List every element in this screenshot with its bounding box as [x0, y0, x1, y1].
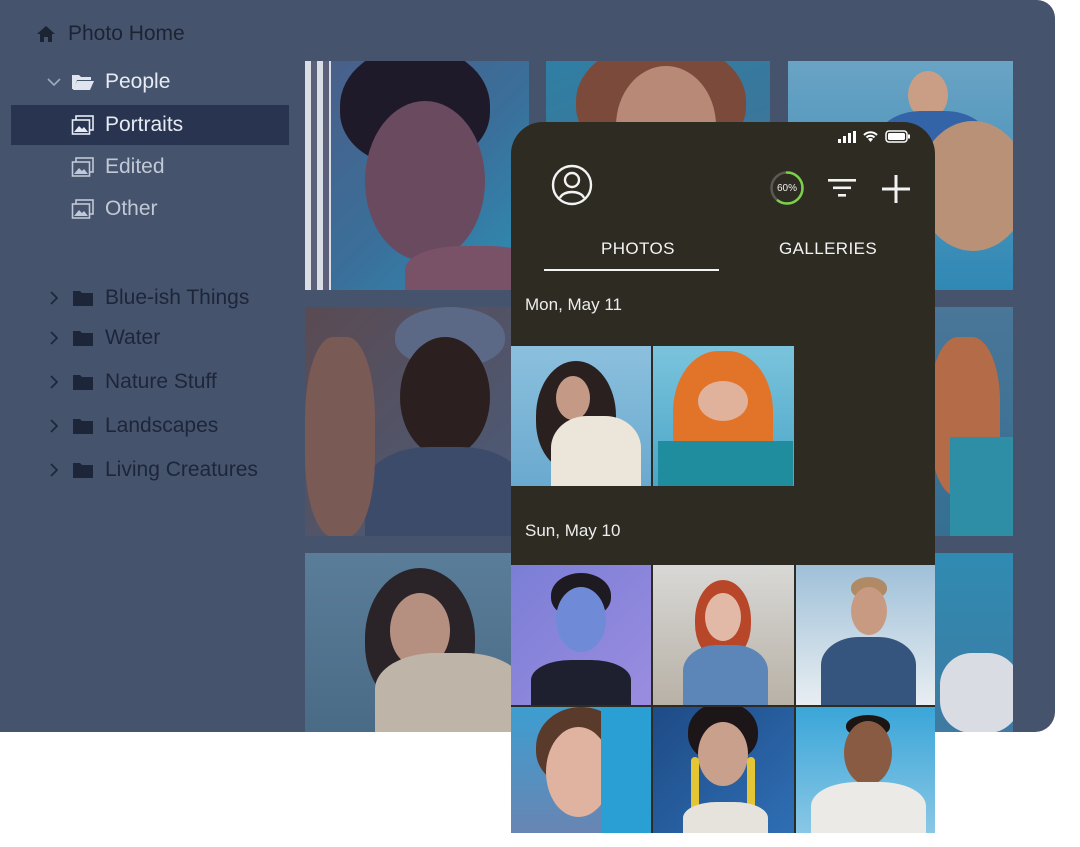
sidebar-item-label: Living Creatures: [105, 458, 258, 481]
progress-label: 60%: [776, 182, 797, 194]
folder-icon: [70, 325, 96, 351]
sidebar-item-label: Nature Stuff: [105, 370, 217, 393]
sidebar-item-label: Portraits: [105, 113, 184, 136]
photo-thumbnail[interactable]: [305, 307, 529, 536]
photo-thumbnail[interactable]: [511, 346, 651, 486]
album-icon: [70, 112, 96, 138]
sidebar-item-label: Blue-ish Things: [105, 286, 250, 309]
sidebar-item-label: Other: [105, 197, 158, 220]
album-icon: [70, 154, 96, 180]
sidebar-item-other[interactable]: Other: [70, 189, 158, 229]
photo-thumbnail[interactable]: [653, 707, 794, 833]
folder-icon: [70, 369, 96, 395]
sidebar-item-label: Water: [105, 326, 161, 349]
filter-icon: [828, 179, 856, 197]
sidebar-item-label: People: [105, 70, 171, 93]
photo-thumbnail[interactable]: [653, 565, 794, 705]
active-tab-indicator: [544, 269, 719, 271]
sidebar-item-label: Photo Home: [68, 22, 185, 45]
photo-thumbnail[interactable]: [305, 61, 529, 290]
phone-app: 60% PHOTOS GALLERIES Mon, May 11 Sun, Ma…: [511, 122, 935, 833]
photo-thumbnail[interactable]: [305, 553, 529, 732]
add-button[interactable]: [879, 172, 913, 206]
sidebar-item-edited[interactable]: Edited: [70, 147, 165, 187]
sidebar-item-label: Landscapes: [105, 414, 219, 437]
sidebar-item-portraits[interactable]: Portraits: [70, 105, 183, 145]
sidebar-item-label: Edited: [105, 155, 165, 178]
tab-photos[interactable]: PHOTOS: [601, 239, 675, 259]
photo-thumbnail[interactable]: [511, 565, 651, 705]
sidebar-item-water[interactable]: Water: [46, 318, 160, 358]
photo-thumbnail[interactable]: [796, 565, 935, 705]
wifi-icon: [862, 130, 879, 148]
sidebar-item-people[interactable]: People: [46, 62, 170, 102]
account-icon: [551, 164, 593, 206]
folder-open-icon: [70, 69, 96, 95]
folder-icon: [70, 285, 96, 311]
signal-icon: [838, 130, 856, 148]
chevron-down-icon[interactable]: [46, 72, 62, 92]
date-header: Mon, May 11: [525, 295, 623, 314]
photo-thumbnail[interactable]: [653, 346, 794, 486]
home-icon: [33, 21, 59, 47]
photo-thumbnail[interactable]: [796, 707, 935, 833]
folder-icon: [70, 413, 96, 439]
plus-icon: [882, 175, 910, 203]
folder-icon: [70, 457, 96, 483]
sidebar-item-living-creatures[interactable]: Living Creatures: [46, 450, 258, 490]
chevron-right-icon[interactable]: [46, 288, 62, 308]
tab-galleries[interactable]: GALLERIES: [779, 239, 877, 259]
filter-button[interactable]: [825, 174, 859, 202]
sync-progress-indicator[interactable]: 60%: [769, 170, 805, 206]
chevron-right-icon[interactable]: [46, 372, 62, 392]
album-icon: [70, 196, 96, 222]
chevron-right-icon[interactable]: [46, 460, 62, 480]
account-button[interactable]: [551, 164, 593, 206]
date-header: Sun, May 10: [525, 521, 621, 540]
sidebar-item-blue-ish-things[interactable]: Blue-ish Things: [46, 278, 249, 318]
status-bar: [838, 130, 911, 148]
chevron-right-icon[interactable]: [46, 328, 62, 348]
chevron-right-icon[interactable]: [46, 416, 62, 436]
battery-icon: [885, 130, 911, 148]
sidebar-item-landscapes[interactable]: Landscapes: [46, 406, 218, 446]
photo-thumbnail[interactable]: [511, 707, 651, 833]
sidebar-item-nature-stuff[interactable]: Nature Stuff: [46, 362, 217, 402]
sidebar-item-photo-home[interactable]: Photo Home: [33, 14, 185, 54]
